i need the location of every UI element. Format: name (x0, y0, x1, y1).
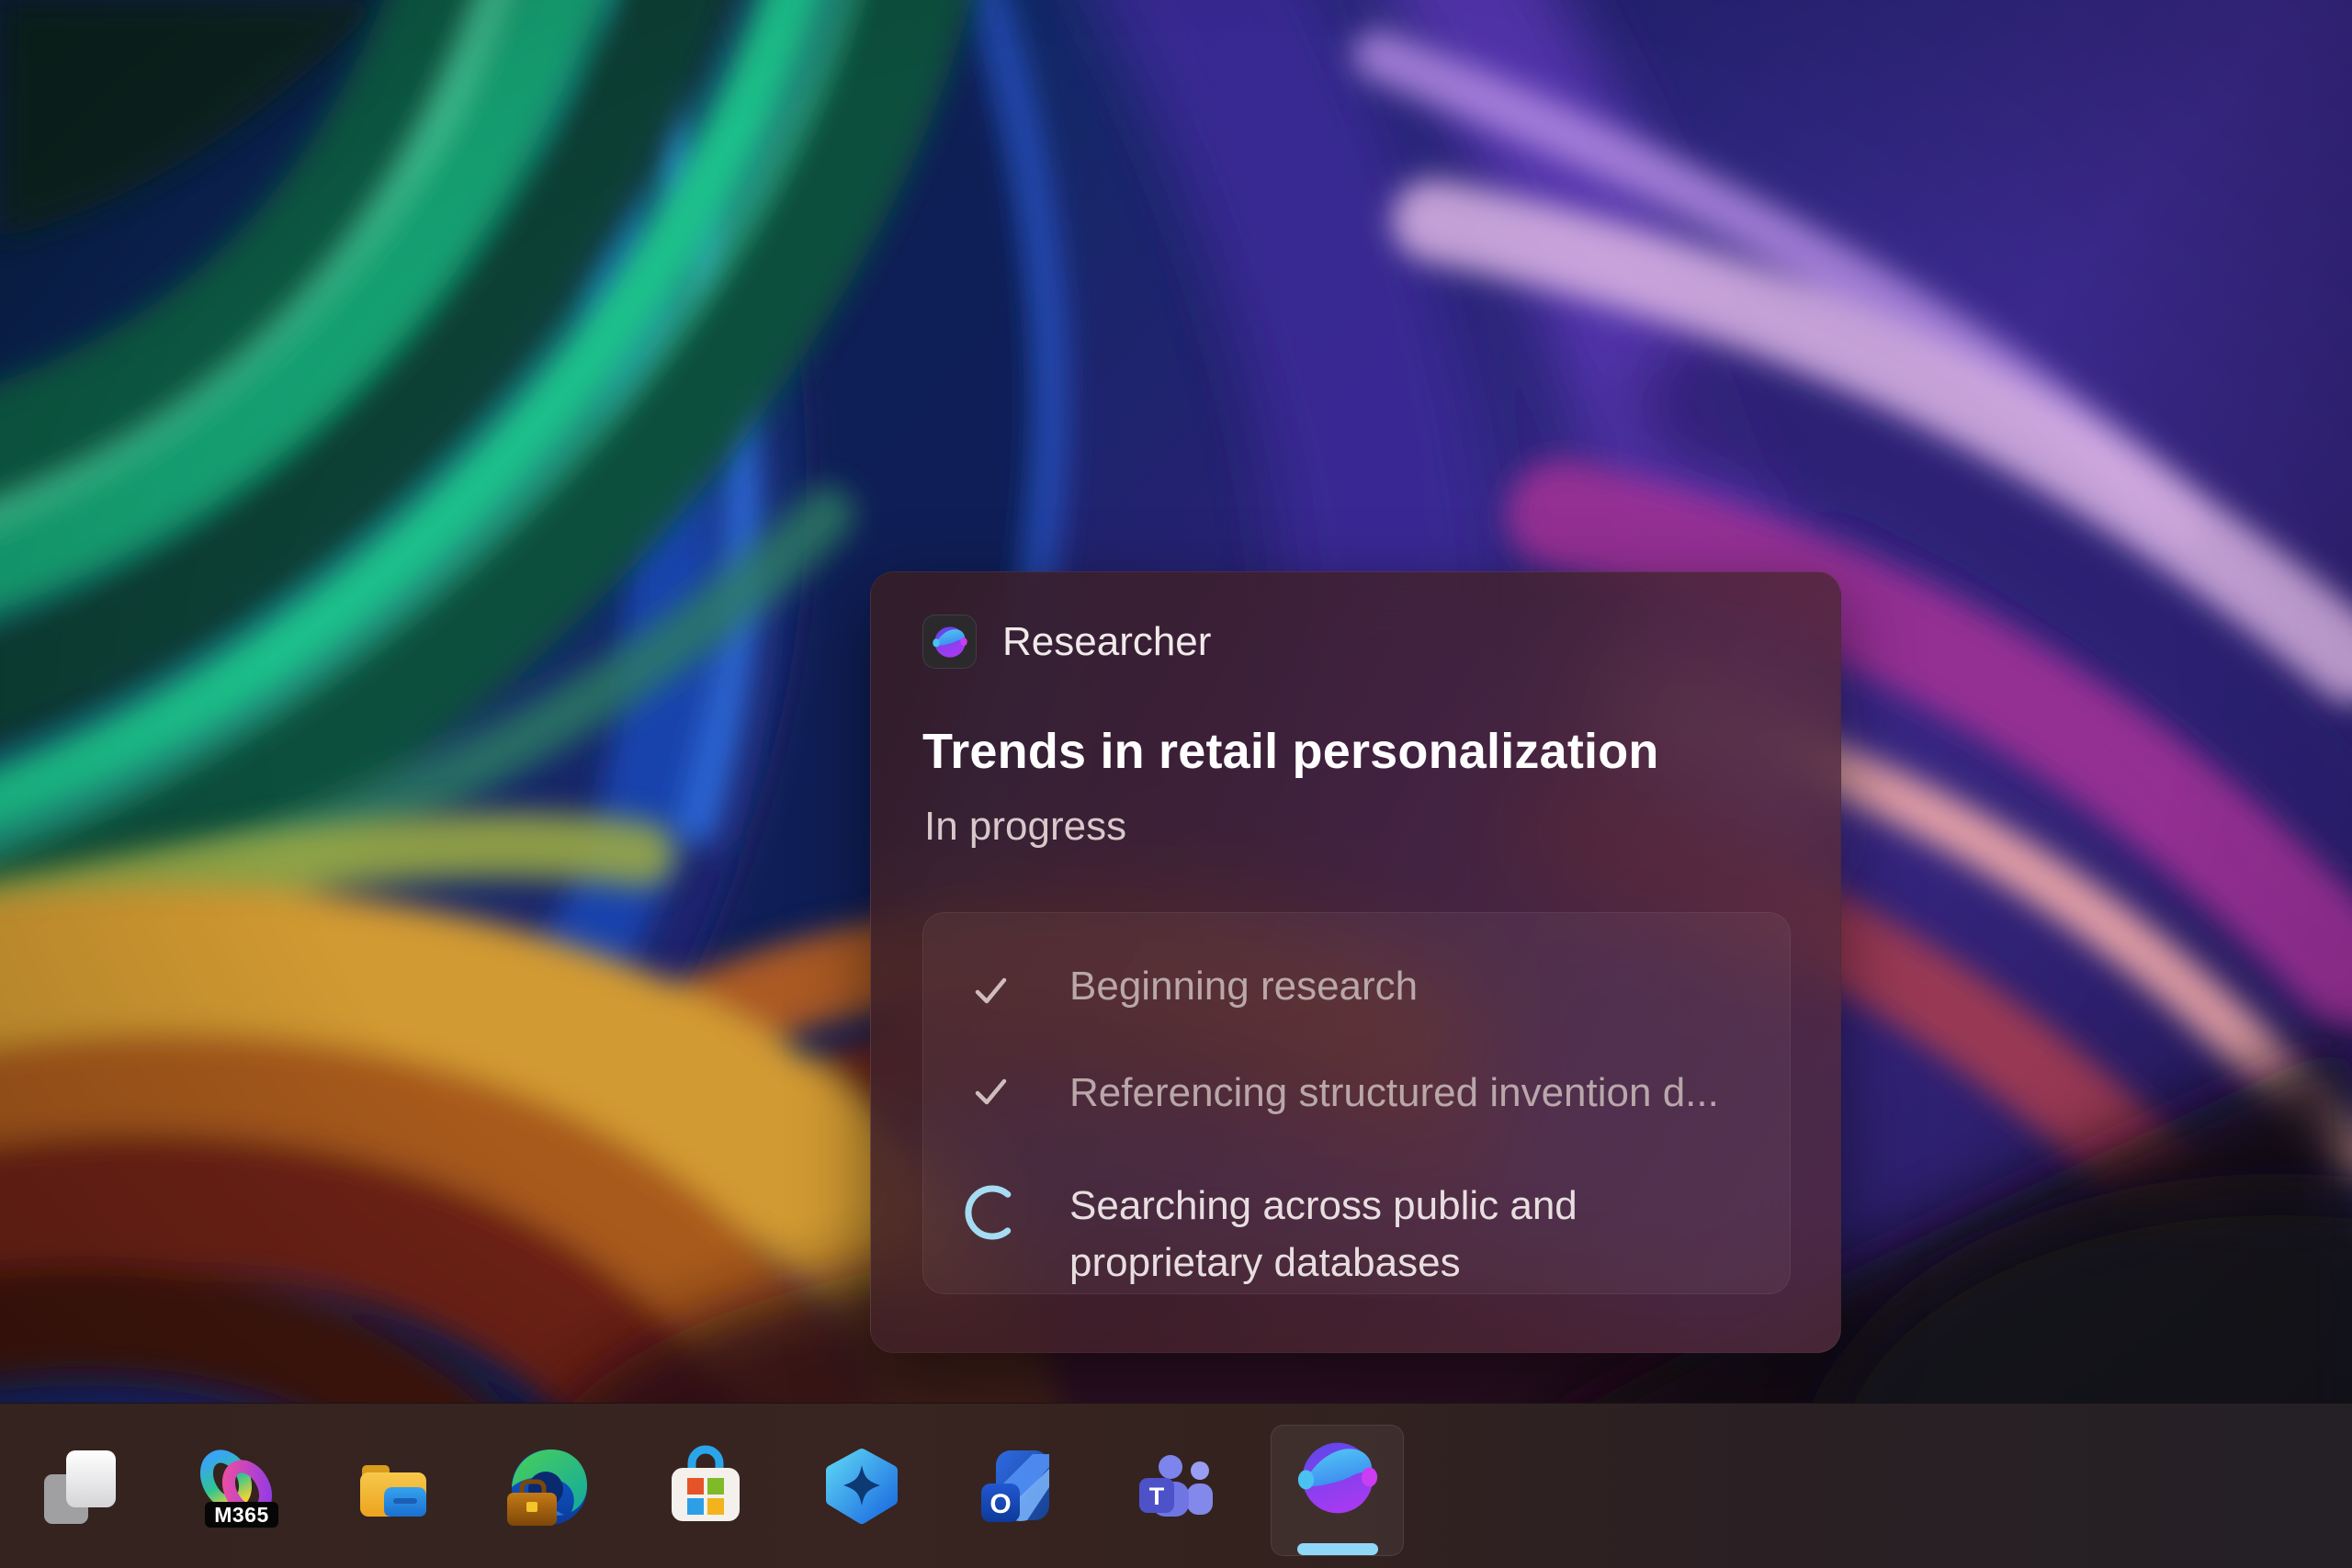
step-label: Referencing structured invention d... (1069, 1067, 1719, 1119)
researcher-icon (1295, 1436, 1380, 1520)
teams-icon[interactable]: T (1132, 1445, 1216, 1529)
windows-copilot-icon[interactable] (820, 1445, 904, 1529)
active-indicator (1297, 1543, 1378, 1555)
file-explorer-icon[interactable] (351, 1445, 435, 1529)
researcher-app-icon (922, 615, 977, 669)
m365-badge: M365 (205, 1502, 278, 1528)
check-icon (971, 970, 1010, 1009)
check-icon (971, 1071, 1010, 1110)
taskbar: M365 (0, 1403, 2352, 1568)
edge-work-profile-icon[interactable] (507, 1445, 592, 1529)
m365-copilot-icon[interactable]: M365 (195, 1445, 279, 1529)
status-text: In progress (924, 804, 1126, 850)
researcher-progress-card[interactable]: Researcher Trends in retail personalizat… (870, 571, 1841, 1353)
microsoft-store-icon[interactable] (663, 1445, 748, 1529)
spinner-icon (963, 1183, 1022, 1242)
research-task-title: Trends in retail personalization (922, 723, 1659, 780)
researcher-taskbar-button[interactable] (1271, 1425, 1404, 1556)
desktop: Researcher Trends in retail personalizat… (0, 0, 2352, 1568)
outlook-icon[interactable]: O (976, 1445, 1060, 1529)
step-label: Beginning research (1069, 961, 1418, 1012)
card-header: Researcher (922, 615, 1211, 669)
progress-steps-panel: Beginning research Referencing structure… (922, 912, 1791, 1294)
outlook-letter: O (989, 1489, 1011, 1519)
task-view-icon[interactable] (39, 1445, 123, 1529)
teams-letter: T (1149, 1483, 1165, 1510)
step-label: Searching across public and proprietary … (1069, 1178, 1749, 1292)
app-name: Researcher (1002, 615, 1211, 669)
